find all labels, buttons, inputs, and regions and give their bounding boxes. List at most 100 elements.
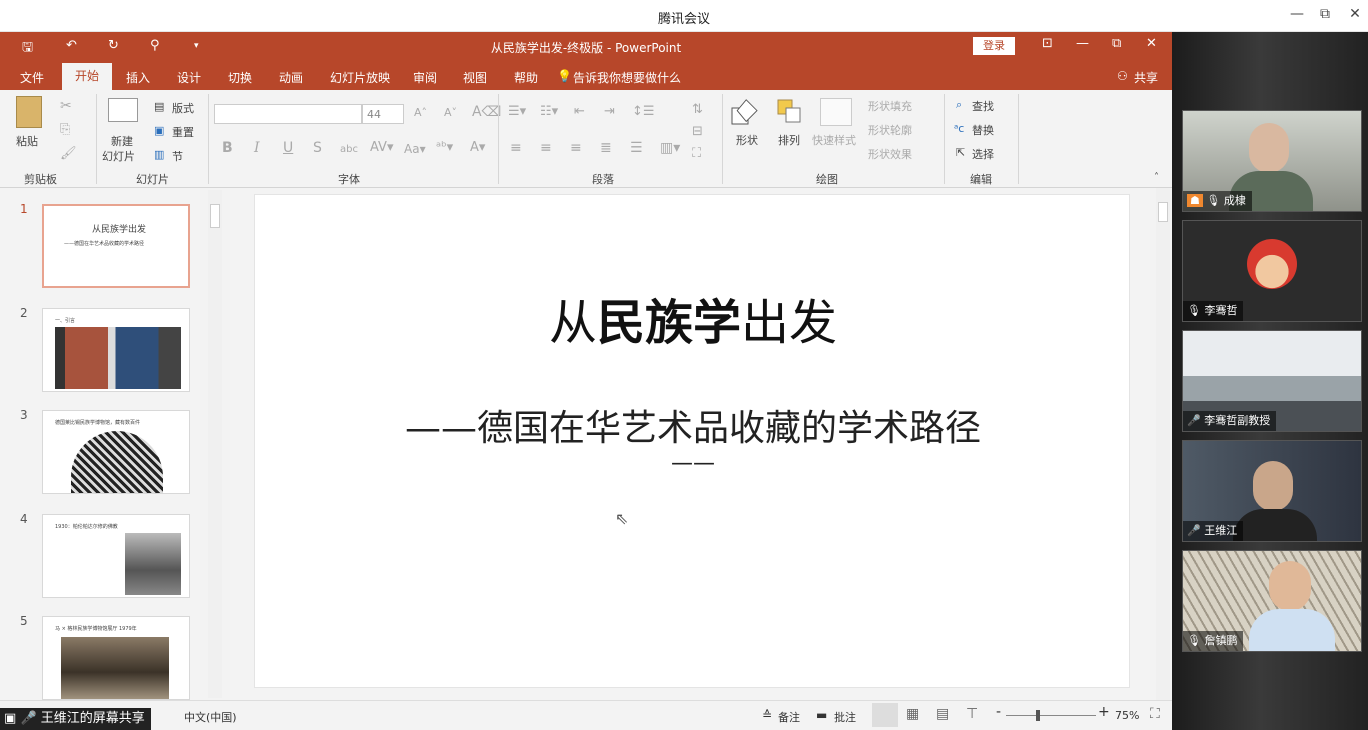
tell-me-box[interactable]: 告诉我你想要做什么 [573,69,681,86]
text-direction-icon[interactable]: ⇅ [692,102,703,117]
shrink-font-icon[interactable]: A˅ [444,106,457,119]
font-name-input[interactable] [214,104,362,124]
columns-icon[interactable]: ▥▾ [660,140,680,156]
numbering-icon[interactable]: ☷▾ [540,104,558,119]
select-icon[interactable]: ⇱ [956,146,965,159]
section-icon[interactable]: ▥ [154,148,164,161]
shapes-icon[interactable] [730,98,764,126]
arrange-icon[interactable] [776,98,804,126]
tab-help[interactable]: 帮助 [514,69,538,86]
sorter-view-icon[interactable]: ▦ [906,706,919,722]
layout-button[interactable]: 版式 [172,100,194,116]
slide-canvas[interactable]: 从民族学出发 ——德国在华艺术品收藏的学术路径 —— ⇖ [254,194,1130,688]
slide-thumb-2[interactable]: 一、引言 [42,308,190,392]
language-status[interactable]: 中文(中国) [184,709,237,725]
underline-button[interactable]: U [283,140,293,156]
thumb-scrollbar[interactable] [208,190,222,698]
shape-effects-button[interactable]: 形状效果 [868,146,912,162]
font-size-input[interactable]: 44 [362,104,404,124]
highlight-icon[interactable]: ᵃᵇ▾ [436,140,453,155]
zoom-level[interactable]: 75% [1115,709,1139,722]
shapes-button[interactable]: 形状 [736,132,758,148]
ppt-restore-icon[interactable]: ⧉ [1112,36,1121,51]
new-slide-icon[interactable] [108,98,138,122]
bold-button[interactable]: B [222,140,233,156]
participant-tile[interactable]: ☗ 🎙 成棣 [1182,110,1362,212]
find-button[interactable]: 查找 [972,98,994,114]
ppt-close-icon[interactable]: ✕ [1146,36,1157,51]
comments-button[interactable]: 批注 [834,709,856,725]
share-button[interactable]: 共享 [1134,69,1158,86]
slideshow-view-icon[interactable]: ⊤ [966,706,978,722]
copy-icon[interactable]: ⎘ [60,122,70,137]
restore-button[interactable]: ⧉ [1315,6,1335,22]
decrease-indent-icon[interactable]: ⇤ [574,104,585,119]
increase-indent-icon[interactable]: ⇥ [604,104,615,119]
replace-button[interactable]: 替换 [972,122,994,138]
grow-font-icon[interactable]: A˄ [414,106,427,119]
fit-slide-icon[interactable]: ⛶ [1150,706,1160,722]
cut-icon[interactable]: ✂ [60,98,72,114]
participant-tile[interactable]: 🎙 李骞哲 [1182,220,1362,322]
participant-tile[interactable]: 🎙 詹镇鹏 [1182,550,1362,652]
change-case-icon[interactable]: Aa▾ [404,142,426,156]
align-right-icon[interactable]: ≡ [570,140,582,156]
zoom-out-icon[interactable]: - [996,704,1001,720]
tab-home[interactable]: 开始 [62,63,112,90]
tab-view[interactable]: 视图 [463,69,487,86]
paste-icon[interactable] [16,96,42,128]
clear-format-icon[interactable]: A⌫ [472,104,501,120]
participant-tile[interactable]: 🎤 王维江 [1182,440,1362,542]
minimize-button[interactable]: — [1287,6,1307,22]
new-slide-label[interactable]: 新建 [111,133,133,149]
reset-button[interactable]: 重置 [172,124,194,140]
bullets-icon[interactable]: ☰▾ [508,104,526,119]
slide-thumb-4[interactable]: 1930：帕伦帕达尔修的佛教 [42,514,190,598]
slide-scrollbar[interactable] [1156,188,1170,700]
reset-icon[interactable]: ▣ [154,124,164,137]
tab-file[interactable]: 文件 [20,69,44,86]
comments-icon[interactable]: ▬ [816,708,827,722]
tab-insert[interactable]: 插入 [126,69,150,86]
smartart-icon[interactable]: ⛶ [692,146,701,161]
slide-thumb-3[interactable]: 德国莱比锡民族学博物馆，藏有数百件 [42,410,190,494]
shape-fill-button[interactable]: 形状填充 [868,98,912,114]
align-center-icon[interactable]: ≡ [540,140,552,156]
char-spacing-icon[interactable]: AV▾ [370,140,393,155]
arrange-button[interactable]: 排列 [778,132,800,148]
justify-icon[interactable]: ≣ [600,140,612,156]
replace-icon[interactable]: ᵃc [954,122,964,135]
quick-styles-button[interactable]: 快速样式 [812,132,856,148]
zoom-in-icon[interactable]: + [1098,704,1110,720]
ribbon-display-icon[interactable]: ⊡ [1042,36,1053,51]
slide-thumb-1[interactable]: 从民族学出发 ——德国在华艺术品收藏的学术路径 [42,204,190,288]
shape-outline-button[interactable]: 形状轮廓 [868,122,912,138]
align-left-icon[interactable]: ≡ [510,140,522,156]
font-color-icon[interactable]: A▾ [470,140,485,155]
shadow-button[interactable]: abc [340,144,358,155]
line-spacing-icon[interactable]: ↕☰ [632,104,655,119]
italic-button[interactable]: I [254,140,260,156]
align-text-icon[interactable]: ⊟ [692,124,703,139]
participant-tile[interactable]: 🎤 李骞哲副教授 [1182,330,1362,432]
select-button[interactable]: 选择 [972,146,994,162]
format-painter-icon[interactable]: 🖌 [60,146,77,161]
ppt-minimize-icon[interactable]: — [1076,36,1089,51]
reading-view-icon[interactable]: ▤ [936,706,949,722]
tab-slideshow[interactable]: 幻灯片放映 [330,69,390,86]
notes-icon[interactable]: ≙ [762,708,772,722]
layout-icon[interactable]: ▤ [154,100,164,113]
tab-design[interactable]: 设计 [177,69,201,86]
slide-thumb-5[interactable]: 马 × 格林民族学博物馆展厅 1979年 [42,616,190,700]
tab-animations[interactable]: 动画 [279,69,303,86]
quick-styles-icon[interactable] [820,98,852,126]
login-button[interactable]: 登录 [973,37,1015,55]
notes-button[interactable]: 备注 [778,709,800,725]
collapse-ribbon-icon[interactable]: ˄ [1154,172,1159,183]
find-icon[interactable]: ⌕ [956,98,962,112]
normal-view-icon[interactable] [872,703,898,727]
tab-review[interactable]: 审阅 [413,69,437,86]
paste-label[interactable]: 粘贴 [16,133,38,149]
section-button[interactable]: 节 [172,148,183,164]
zoom-thumb[interactable] [1036,710,1040,721]
